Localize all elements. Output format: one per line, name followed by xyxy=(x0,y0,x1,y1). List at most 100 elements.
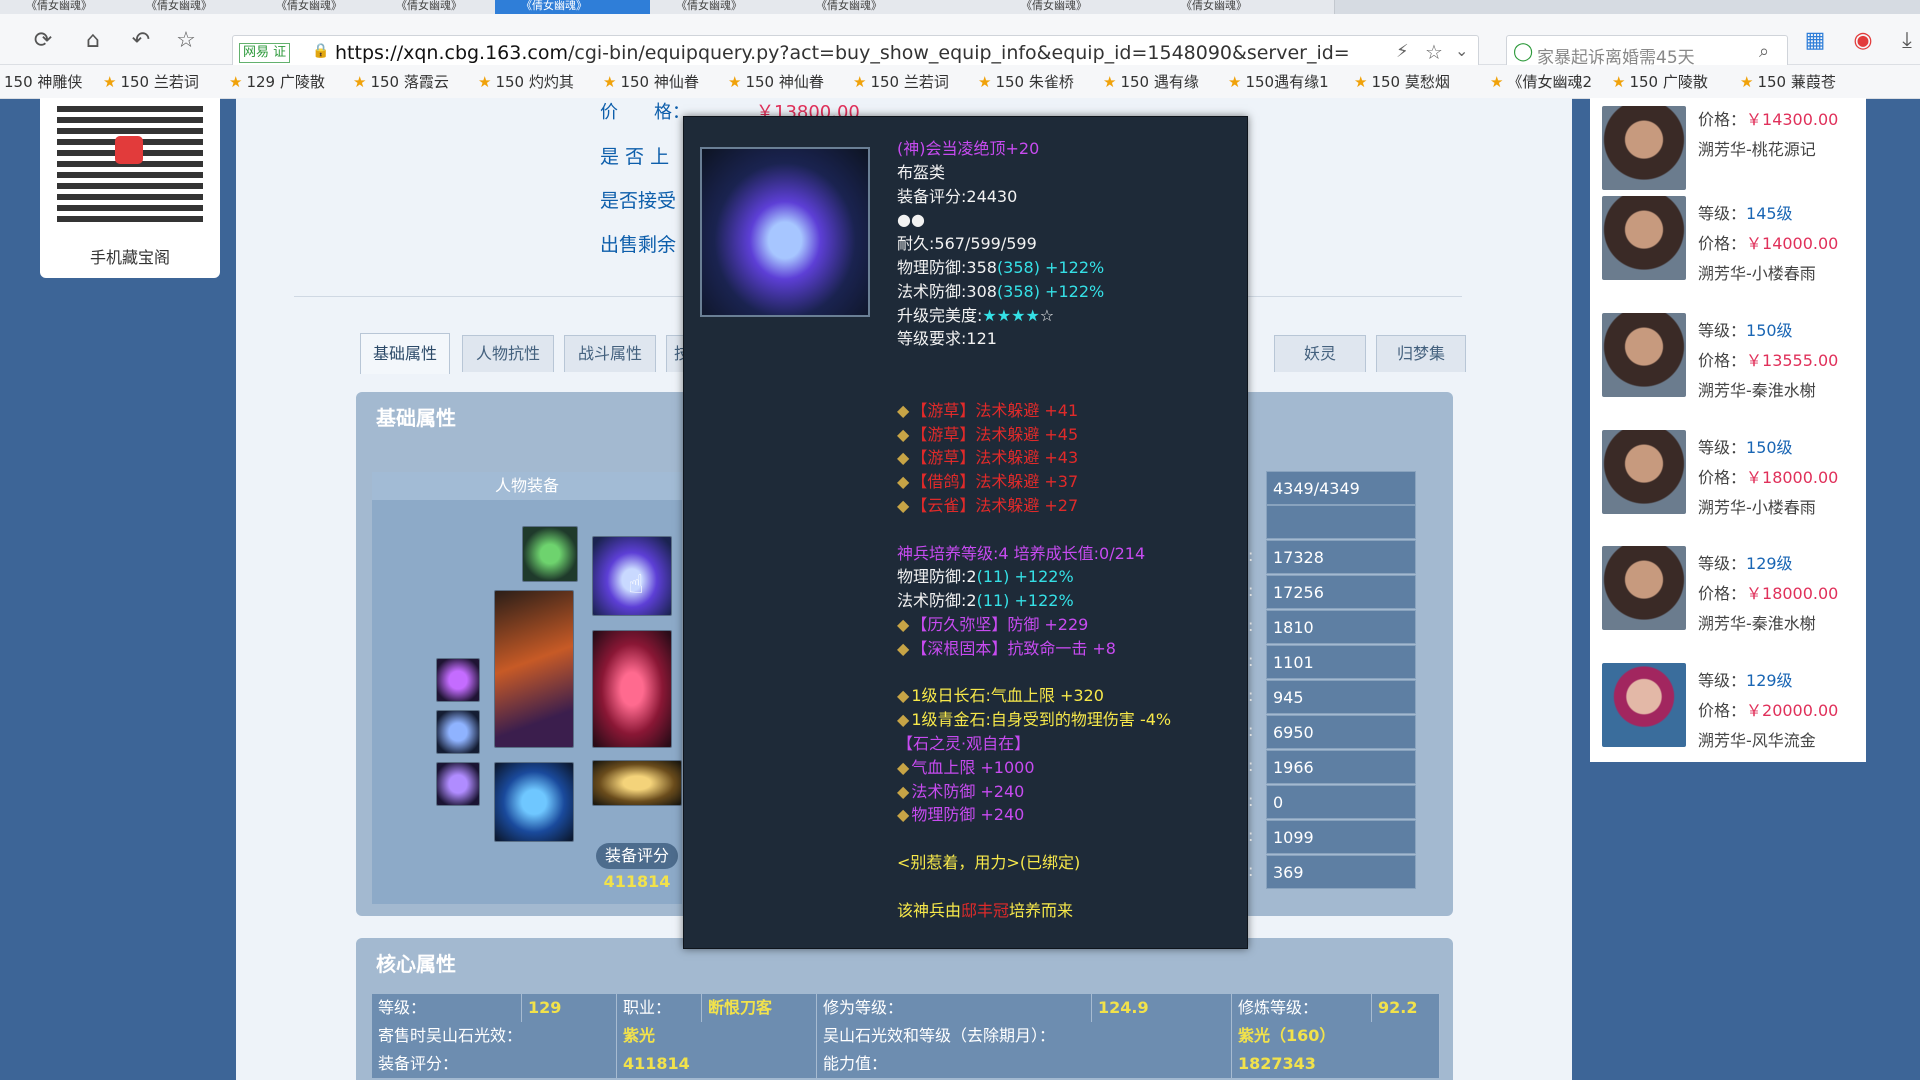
apps-icon[interactable]: ▦ xyxy=(1802,28,1828,54)
tooltip-line: ◆ 【游草】法术躲避 +41 xyxy=(897,401,1078,421)
item-level: 等级：145级 xyxy=(1698,200,1793,224)
item-name[interactable]: 溯芳华-桃花源记 xyxy=(1698,136,1816,160)
bookmark-item[interactable]: ★ 150 灼灼其 xyxy=(478,71,574,92)
download-icon[interactable]: ⤓ xyxy=(1894,28,1920,54)
equip-slot-weapon[interactable] xyxy=(494,590,574,748)
favorite-icon[interactable]: ☆ xyxy=(1425,40,1443,64)
stat-colon: : xyxy=(1248,616,1254,635)
bookmark-item[interactable]: ★ 129 广陵散 xyxy=(229,71,325,92)
character-avatar xyxy=(1602,106,1686,190)
diamond-bullet-icon: ◆ xyxy=(897,686,910,706)
bookmark-item[interactable]: ★ 150遇有缘1 xyxy=(1228,71,1329,92)
url-text[interactable]: https://xqn.cbg.163.com/cgi-bin/equipque… xyxy=(335,42,1395,64)
browser-tab[interactable]: 《倩女幽魂》 xyxy=(1155,0,1335,14)
bookmark-item[interactable]: ★ 150 神仙眷 xyxy=(603,71,699,92)
price-value: ￥14000.00 xyxy=(1746,234,1839,253)
home-icon[interactable]: ⌂ xyxy=(80,28,106,54)
on-shelf-label: 是 否 上 xyxy=(600,146,670,168)
character-avatar xyxy=(1602,430,1686,514)
price-value: ￥18000.00 xyxy=(1746,468,1839,487)
tooltip-text: 法术防御 +240 xyxy=(911,781,1025,801)
stat-colon: : xyxy=(1248,651,1254,670)
price-value: ￥18000.00 xyxy=(1746,584,1839,603)
bookmark-item[interactable]: ★ 150 莫愁烟 xyxy=(1354,71,1450,92)
item-price: 价格：￥14300.00 xyxy=(1698,106,1838,130)
bookmark-item[interactable]: 150 神雕侠 xyxy=(4,71,82,92)
bookmark-star-icon: ★ xyxy=(103,73,117,91)
price-label: 价格： xyxy=(1698,234,1747,253)
similar-item[interactable]: 等级：129级 价格：￥18000.00 溯芳华-秦淮水榭 xyxy=(1590,546,1866,662)
bookmark-item[interactable]: ★ 150 兰若词 xyxy=(103,71,199,92)
bookmark-star-icon: ★ xyxy=(728,73,742,91)
search-icon[interactable]: ⌕ xyxy=(1759,41,1769,62)
game-icon[interactable]: ◉ xyxy=(1850,28,1876,54)
remain-label: 出售剩余 xyxy=(600,234,677,256)
item-name[interactable]: 溯芳华-秦淮水榭 xyxy=(1698,610,1816,634)
diamond-bullet-icon: ◆ xyxy=(897,424,910,444)
item-name[interactable]: 溯芳华-小楼春雨 xyxy=(1698,260,1816,284)
core-label: 吴山石光效和等级（去除期月）： xyxy=(817,1022,1232,1050)
bookmark-star-icon: ★ xyxy=(853,73,867,91)
similar-item[interactable]: 等级：129级 价格：￥20000.00 溯芳华-风华流金 xyxy=(1590,663,1866,779)
tab-1[interactable]: 人物抗性 xyxy=(462,335,554,372)
tooltip-text: 物理防御:2 xyxy=(897,567,977,587)
bookmark-item[interactable]: ★ 《倩女幽魂2 xyxy=(1490,71,1592,92)
character-avatar xyxy=(1602,663,1686,747)
tooltip-text: (358) +122% xyxy=(996,258,1105,277)
tooltip-text: 法术防御:2 xyxy=(897,591,977,611)
tooltip-line: 神兵培养等级:4 培养成长值:0/214 xyxy=(897,544,1145,564)
qr-caption: 手机藏宝阁 xyxy=(89,248,170,267)
bookmark-item[interactable]: ★ 150 广陵散 xyxy=(1612,71,1708,92)
equipment-box: 人物装备 xyxy=(372,472,682,904)
equip-slot-ring2[interactable] xyxy=(436,710,480,754)
equip-slot-ring3[interactable] xyxy=(436,762,480,806)
diamond-bullet-icon: ◆ xyxy=(897,400,910,420)
tooltip-text: 【游草】法术躲避 +43 xyxy=(911,448,1079,468)
level-value: 150级 xyxy=(1746,321,1793,340)
item-name[interactable]: 溯芳华-秦淮水榭 xyxy=(1698,377,1816,401)
item-level: 等级：129级 xyxy=(1698,550,1793,574)
bookmark-item[interactable]: ★ 150 落霞云 xyxy=(353,71,449,92)
lightning-icon[interactable]: ⚡ xyxy=(1396,41,1409,62)
chevron-down-icon[interactable]: ⌄ xyxy=(1455,41,1468,60)
tab-0[interactable]: 基础属性 xyxy=(360,333,450,374)
browser-tab[interactable]: 《倩女幽魂》 xyxy=(495,0,675,14)
equip-slot-ring1[interactable] xyxy=(436,658,480,702)
verified-badge: 网易 证 xyxy=(239,43,291,63)
browser-tab-bar: 《倩女幽魂》 《倩女幽魂》 《倩女幽魂》 《倩女幽魂》 《倩女幽魂》 《倩女幽魂》 《倩女幽… xyxy=(0,0,1920,14)
reload-icon[interactable]: ⟳ xyxy=(30,28,56,54)
url-path: /cgi-bin/equipquery.py?act=buy_show_equi… xyxy=(567,42,1350,64)
bookmark-star-icon: ★ xyxy=(1740,73,1754,91)
item-name[interactable]: 溯芳华-风华流金 xyxy=(1698,727,1816,751)
bookmark-item[interactable]: ★ 150 遇有缘 xyxy=(1103,71,1199,92)
tab-5[interactable]: 归梦集 xyxy=(1376,335,1466,372)
similar-item[interactable]: 等级：150级 价格：￥18000.00 溯芳华-小楼春雨 xyxy=(1590,430,1866,546)
tooltip-line: ◆ 气血上限 +1000 xyxy=(897,758,1035,778)
similar-items-sidebar: 价格：￥14300.00 溯芳华-桃花源记 等级：145级价格：￥14000.00 溯… xyxy=(1590,98,1866,762)
qr-logo xyxy=(115,136,143,164)
tab-2[interactable]: 战斗属性 xyxy=(564,335,656,372)
similar-item[interactable]: 等级：150级 价格：￥13555.00 溯芳华-秦淮水榭 xyxy=(1590,313,1866,429)
bookmark-star-icon[interactable]: ☆ xyxy=(173,28,199,54)
equip-slot-armor[interactable] xyxy=(592,630,672,748)
bookmark-item[interactable]: ★ 150 兰若词 xyxy=(853,71,949,92)
bookmark-item[interactable]: ★ 150 神仙眷 xyxy=(728,71,824,92)
equip-slot-gloves[interactable] xyxy=(494,762,574,842)
tooltip-text: 【深根固本】抗致命一击 +8 xyxy=(911,638,1116,658)
undo-icon[interactable]: ↶ xyxy=(128,28,154,54)
bookmark-item[interactable]: ★ 150 朱雀桥 xyxy=(978,71,1074,92)
browser-tab[interactable]: 《倩女幽魂》 xyxy=(995,0,1180,14)
similar-item[interactable]: 等级：145级价格：￥14000.00 溯芳华-小楼春雨 xyxy=(1590,196,1866,312)
browser-toolbar: ⟳ ⌂ ↶ ☆ 网易 证 🔒 https://xqn.cbg.163.com/c… xyxy=(0,14,1920,71)
browser-tab[interactable]: 《倩女幽魂》 xyxy=(790,0,1020,14)
tooltip-text: 邸丰冠 xyxy=(961,900,1010,920)
bookmark-item[interactable]: ★ 150 蒹葭苍 xyxy=(1740,71,1836,92)
level-value: 145级 xyxy=(1746,204,1793,223)
equip-slot-amulet[interactable] xyxy=(522,526,578,582)
tab-4[interactable]: 妖灵 xyxy=(1274,335,1366,372)
item-name[interactable]: 溯芳华-小楼春雨 xyxy=(1698,494,1816,518)
stat-colon: : xyxy=(1248,791,1254,810)
equip-slot-belt[interactable] xyxy=(592,760,682,806)
item-level: 等级：129级 xyxy=(1698,667,1793,691)
tooltip-line: ◆ 物理防御 +240 xyxy=(897,805,1024,825)
